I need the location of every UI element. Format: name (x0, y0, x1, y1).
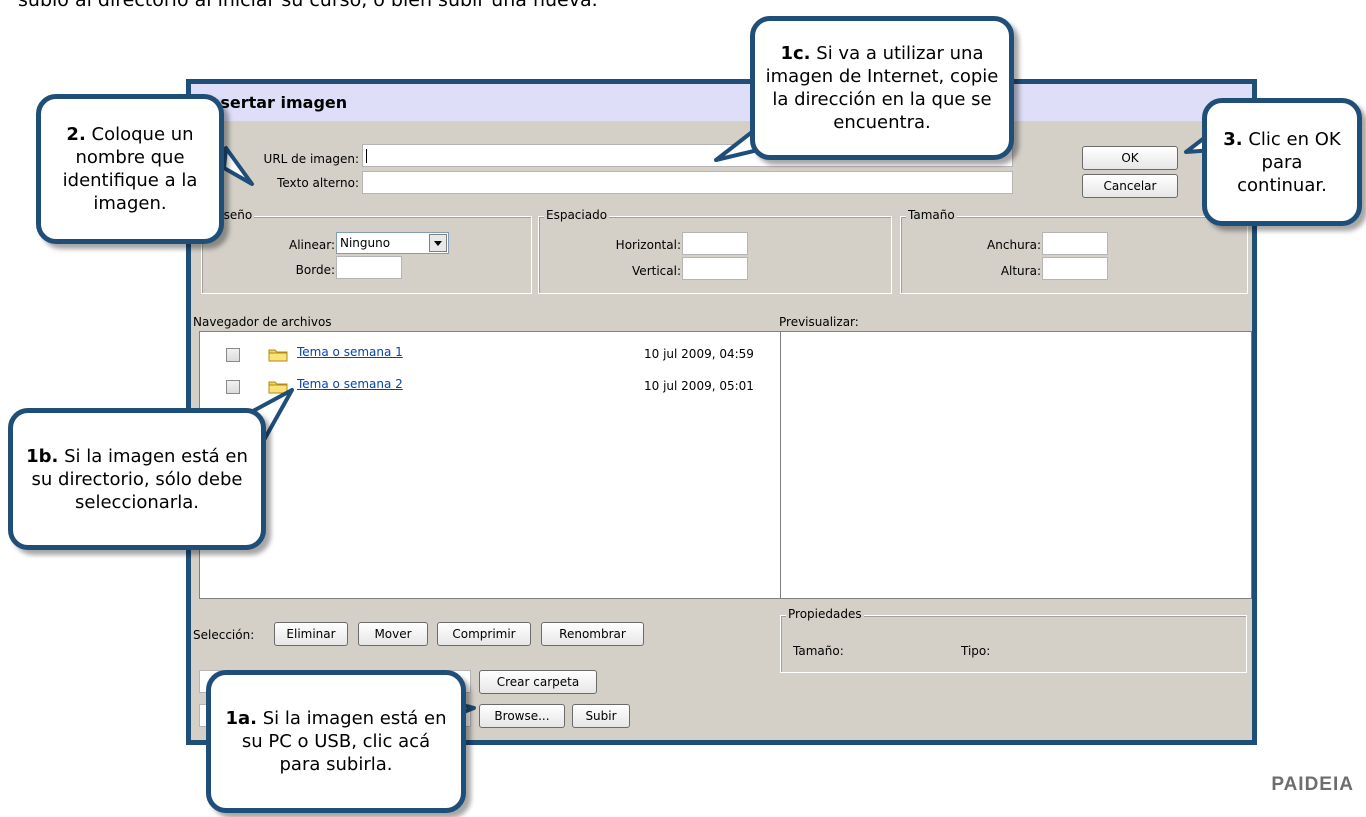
callout-1a: 1a. Si la imagen está en su PC o USB, cl… (206, 670, 466, 813)
callout-3-text: Clic en OK para continuar. (1237, 128, 1341, 196)
callout-3: 3. Clic en OK para continuar. (1202, 98, 1362, 226)
pointer-2 (222, 146, 254, 186)
callout-3-num: 3. (1223, 128, 1243, 150)
callout-1c-num: 1c. (780, 43, 811, 64)
callout-1c: 1c. Si va a utilizar una imagen de Inter… (750, 16, 1014, 160)
callout-1b-num: 1b. (26, 445, 59, 467)
callout-2-num: 2. (66, 124, 86, 145)
callout-1a-num: 1a. (225, 708, 257, 729)
callout-1b-text: Si la imagen está en su directorio, sólo… (31, 445, 248, 513)
callout-1a-text: Si la imagen está en su PC o USB, clic a… (241, 708, 447, 775)
callout-1b: 1b. Si la imagen está en su directorio, … (8, 408, 266, 550)
callout-2: 2. Coloque un nombre que identifique a l… (36, 94, 224, 244)
